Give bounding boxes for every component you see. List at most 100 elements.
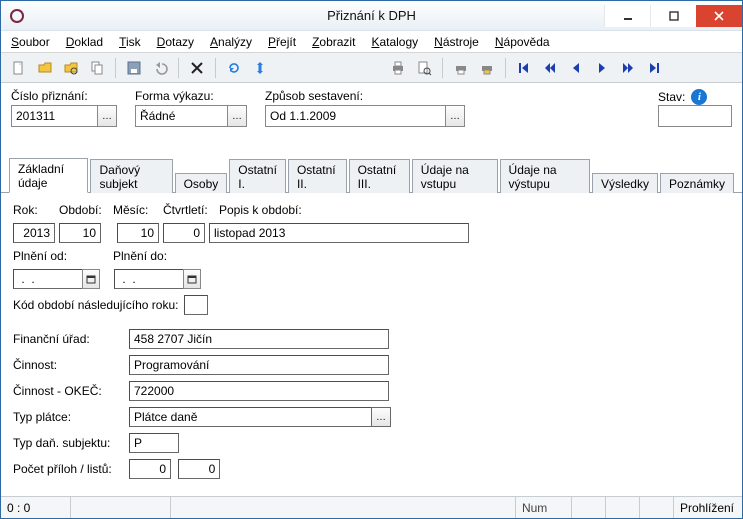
menubar: Soubor Doklad Tisk Dotazy Analýzy Přejít… [1,31,742,53]
new-icon[interactable] [7,56,31,80]
typ-platce-picker[interactable]: … [371,407,391,427]
plneni-od-input[interactable] [13,269,83,289]
status-num: Num [516,497,572,518]
toolbar-sep [442,58,443,78]
toolbar-sep [505,58,506,78]
forma-vykazu-picker[interactable]: … [227,105,247,127]
tabstrip: Základní údaje Daňový subjekt Osoby Osta… [1,157,742,193]
pocet-priloh-b-input[interactable] [178,459,220,479]
ctvrtleti-label: Čtvrtletí: [163,203,219,217]
pocet-priloh-label: Počet příloh / listů: [13,462,123,476]
menu-soubor[interactable]: Soubor [5,33,56,51]
plneni-od-label: Plnění od: [13,249,113,263]
financni-urad-input[interactable] [129,329,389,349]
rok-input[interactable] [13,223,55,243]
print-alt1-icon[interactable] [449,56,473,80]
cislo-priznani-label: Číslo přiznání: [11,89,117,103]
mesic-input[interactable] [117,223,159,243]
refresh-icon[interactable] [222,56,246,80]
header-fields: Číslo přiznání: … Forma výkazu: … Způsob… [1,83,742,139]
menu-prejit[interactable]: Přejít [262,33,302,51]
cinnost-input[interactable] [129,355,389,375]
ctvrtleti-input[interactable] [163,223,205,243]
print-alt2-icon[interactable] [475,56,499,80]
obdobi-input[interactable] [59,223,101,243]
open-alt-icon[interactable] [59,56,83,80]
save-icon[interactable] [122,56,146,80]
copy-icon[interactable] [85,56,109,80]
toolbar-sep [178,58,179,78]
tab-ostatni-3[interactable]: Ostatní III. [349,159,410,193]
toolbar [1,53,742,83]
titlebar: Přiznání k DPH [1,1,742,31]
nav-last-icon[interactable] [642,56,666,80]
zpusob-sestaveni-input[interactable] [265,105,445,127]
status-empty-3 [572,497,606,518]
status-empty-4 [606,497,640,518]
tab-content: Rok: Období: Měsíc: Čtvrtletí: Popis k o… [1,193,742,496]
menu-doklad[interactable]: Doklad [60,33,109,51]
nav-next-icon[interactable] [590,56,614,80]
menu-tisk[interactable]: Tisk [113,33,147,51]
cislo-priznani-picker[interactable]: … [97,105,117,127]
stav-input[interactable] [658,105,732,127]
menu-nastroje[interactable]: Nástroje [428,33,485,51]
typ-dan-subjektu-label: Typ daň. subjektu: [13,436,123,450]
close-button[interactable] [696,5,742,27]
minimize-button[interactable] [604,5,650,27]
open-icon[interactable] [33,56,57,80]
sync-icon[interactable] [248,56,272,80]
nav-first-icon[interactable] [512,56,536,80]
tab-danovy-subjekt[interactable]: Daňový subjekt [90,159,172,193]
menu-katalogy[interactable]: Katalogy [365,33,424,51]
pocet-priloh-a-input[interactable] [129,459,171,479]
financni-urad-label: Finanční úřad: [13,332,123,346]
plneni-do-label: Plnění do: [113,249,167,263]
tab-osoby[interactable]: Osoby [175,173,228,193]
info-icon[interactable]: i [691,89,707,105]
toolbar-sep [115,58,116,78]
print-icon[interactable] [386,56,410,80]
forma-vykazu-input[interactable] [135,105,227,127]
nav-prev-page-icon[interactable] [538,56,562,80]
menu-dotazy[interactable]: Dotazy [151,33,200,51]
undo-icon[interactable] [148,56,172,80]
status-empty-2 [171,497,516,518]
nav-next-page-icon[interactable] [616,56,640,80]
print-preview-icon[interactable] [412,56,436,80]
rok-label: Rok: [13,203,59,217]
maximize-button[interactable] [650,5,696,27]
plneni-od-date-picker[interactable] [82,269,100,289]
tab-ostatni-2[interactable]: Ostatní II. [288,159,347,193]
tab-udaje-na-vystupu[interactable]: Údaje na výstupu [500,159,590,193]
menu-analyzy[interactable]: Analýzy [204,33,258,51]
status-empty-5 [640,497,674,518]
status-empty-1 [71,497,171,518]
cinnost-okec-input[interactable] [129,381,389,401]
plneni-do-date-picker[interactable] [183,269,201,289]
status-position: 0 : 0 [1,497,71,518]
kod-obdobi-input[interactable] [184,295,208,315]
popis-label: Popis k období: [219,203,302,217]
tab-udaje-na-vstupu[interactable]: Údaje na vstupu [412,159,498,193]
tab-poznamky[interactable]: Poznámky [660,173,734,193]
nav-prev-icon[interactable] [564,56,588,80]
zpusob-sestaveni-picker[interactable]: … [445,105,465,127]
cinnost-label: Činnost: [13,358,123,372]
app-window: Přiznání k DPH Soubor Doklad Tisk Dotazy… [0,0,743,519]
status-mode: Prohlížení [674,497,742,518]
menu-napoveda[interactable]: Nápověda [489,33,556,51]
cislo-priznani-input[interactable] [11,105,97,127]
stav-label: Stav: [658,90,685,104]
tab-vysledky[interactable]: Výsledky [592,173,658,193]
menu-zobrazit[interactable]: Zobrazit [306,33,361,51]
typ-platce-input[interactable] [129,407,371,427]
tab-zakladni-udaje[interactable]: Základní údaje [9,158,88,193]
tab-ostatni-1[interactable]: Ostatní I. [229,159,286,193]
plneni-do-input[interactable] [114,269,184,289]
zpusob-sestaveni-label: Způsob sestavení: [265,89,465,103]
popis-input[interactable] [209,223,469,243]
typ-dan-subjektu-input[interactable] [129,433,179,453]
mesic-label: Měsíc: [113,203,163,217]
delete-icon[interactable] [185,56,209,80]
